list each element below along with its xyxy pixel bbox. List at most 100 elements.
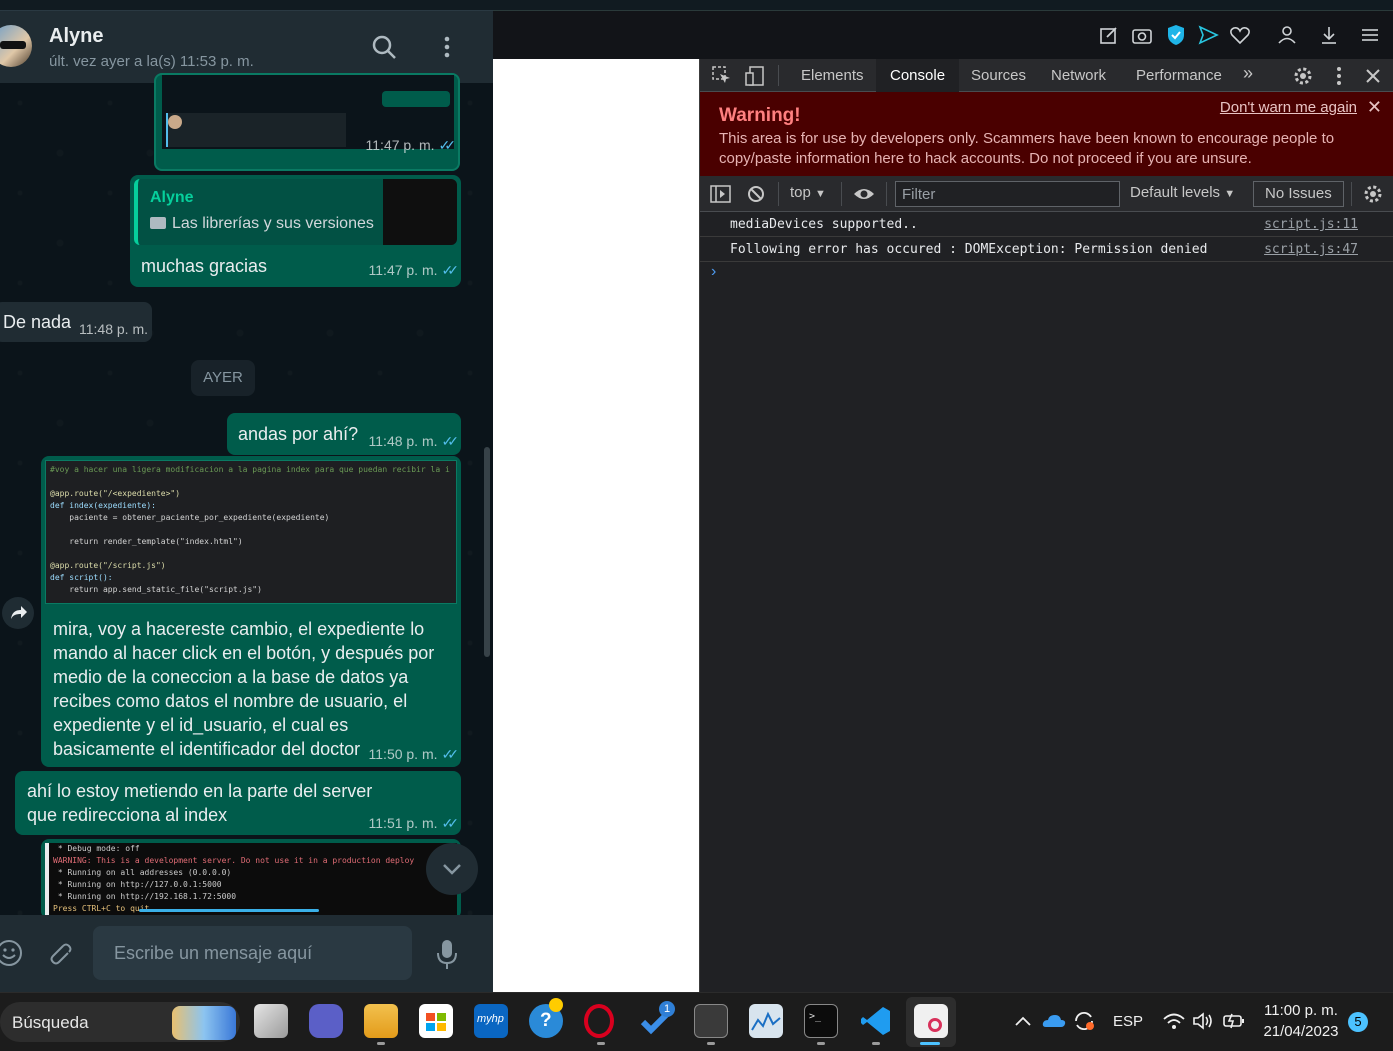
download-icon[interactable] xyxy=(1318,24,1340,46)
opera-icon[interactable] xyxy=(584,1004,614,1038)
myhp-icon[interactable]: myhp xyxy=(474,1004,508,1038)
tab-sources[interactable]: Sources xyxy=(957,59,1040,92)
emoji-icon[interactable] xyxy=(0,938,24,968)
code-line: WARNING: This is a development server. D… xyxy=(53,856,415,865)
wifi-icon[interactable] xyxy=(1162,1011,1186,1031)
issues-button[interactable]: No Issues xyxy=(1253,181,1344,207)
outgoing-message[interactable]: andas por ahí? 11:48 p. m. ✓✓ xyxy=(227,413,461,455)
sync-icon[interactable] xyxy=(1072,1009,1096,1033)
settings-gear-icon[interactable] xyxy=(1292,65,1314,87)
read-checks-icon: ✓✓ xyxy=(441,815,460,831)
message-text: ahí lo estoy metiendo en la parte del se… xyxy=(27,781,373,825)
profile-icon[interactable] xyxy=(1276,24,1298,46)
levels-select[interactable]: Default levels ▼ xyxy=(1130,184,1235,201)
close-icon[interactable] xyxy=(1362,65,1384,87)
shield-icon[interactable] xyxy=(1165,23,1187,47)
reply-message[interactable]: Alyne Las librerías y sus versiones much… xyxy=(130,175,461,287)
incoming-message[interactable]: De nada 11:48 p. m. xyxy=(0,302,152,342)
todo-icon[interactable]: 1 xyxy=(639,1001,675,1038)
kebab-menu-icon[interactable] xyxy=(1328,65,1350,87)
more-tabs-icon[interactable]: » xyxy=(1243,63,1253,84)
attach-icon[interactable] xyxy=(43,938,73,968)
vscode-icon[interactable] xyxy=(859,1004,893,1038)
quoted-message[interactable]: Alyne Las librerías y sus versiones xyxy=(134,179,457,245)
taskbar-search[interactable]: Búsqueda xyxy=(0,1002,240,1042)
easy-setup-icon[interactable] xyxy=(1359,24,1381,46)
get-help-icon[interactable]: ? xyxy=(529,998,563,1038)
dont-warn-link[interactable]: Don't warn me again xyxy=(1220,99,1357,116)
camera-icon[interactable] xyxy=(1131,24,1153,46)
message-input[interactable]: Escribe un mensaje aquí xyxy=(93,926,412,980)
image-caption-message[interactable]: #voy a hacer una ligera modificacion a l… xyxy=(41,456,461,767)
chevron-up-icon[interactable] xyxy=(1013,1013,1033,1029)
warning-title: Warning! xyxy=(719,105,801,126)
clock-time[interactable]: 11:00 p. m. xyxy=(1262,1002,1340,1019)
close-icon[interactable]: ✕ xyxy=(1367,97,1382,118)
task-view-icon[interactable] xyxy=(254,1004,288,1038)
log-source-link[interactable]: script.js:47 xyxy=(1264,237,1358,262)
code-line: return render_template("index.html") xyxy=(50,537,243,546)
heart-icon[interactable] xyxy=(1229,24,1251,46)
live-expression-eye-icon[interactable] xyxy=(852,184,876,204)
volume-icon[interactable] xyxy=(1191,1011,1215,1031)
image-message[interactable]: * Debug mode: off WARNING: This is a deve… xyxy=(41,839,461,919)
log-source-link[interactable]: script.js:11 xyxy=(1264,212,1358,237)
outgoing-message[interactable]: ahí lo estoy metiendo en la parte del se… xyxy=(15,771,461,835)
clock-date[interactable]: 21/04/2023 xyxy=(1262,1023,1340,1040)
battery-icon[interactable] xyxy=(1222,1011,1246,1031)
search-icon[interactable] xyxy=(370,33,398,61)
console-prompt-icon[interactable]: › xyxy=(711,263,716,281)
sidebar-toggle-icon[interactable] xyxy=(710,184,732,204)
code-line: def script(): xyxy=(50,573,113,582)
message-time: 11:47 p. m. ✓✓ xyxy=(368,262,460,278)
console-log-row[interactable]: Following error has occured : DOMExcepti… xyxy=(700,237,1393,262)
clear-console-icon[interactable] xyxy=(746,184,766,204)
input-language[interactable]: ESP xyxy=(1113,1013,1143,1030)
tab-elements[interactable]: Elements xyxy=(787,59,878,92)
chat-scrollbar[interactable] xyxy=(484,447,490,657)
code-line: * Running on all addresses (0.0.0.0) xyxy=(53,868,232,877)
image-message[interactable]: 11:47 p. m. ✓✓ xyxy=(154,73,460,171)
chat-icon[interactable] xyxy=(309,1004,343,1038)
notification-badge[interactable]: 5 xyxy=(1348,1012,1368,1032)
code-screenshot[interactable]: #voy a hacer una ligera modificacion a l… xyxy=(45,460,457,604)
forward-icon[interactable] xyxy=(2,597,34,629)
send-icon[interactable] xyxy=(1197,24,1219,46)
read-checks-icon: ✓✓ xyxy=(438,137,457,153)
window-top-strip xyxy=(0,0,493,10)
scroll-down-button[interactable] xyxy=(426,843,478,895)
message-time: 11:47 p. m. ✓✓ xyxy=(365,137,457,153)
tab-network[interactable]: Network xyxy=(1037,59,1120,92)
running-indicator xyxy=(377,1042,385,1045)
filter-input[interactable]: Filter xyxy=(895,181,1120,207)
console-settings-gear-icon[interactable] xyxy=(1362,183,1384,205)
command-prompt-icon[interactable] xyxy=(694,1004,728,1038)
inspect-element-icon[interactable] xyxy=(711,65,733,87)
resource-monitor-icon[interactable] xyxy=(749,1004,783,1038)
file-explorer-icon[interactable] xyxy=(364,1004,398,1038)
terminal-lines: * Debug mode: off WARNING: This is a deve… xyxy=(53,843,453,919)
search-label: Búsqueda xyxy=(12,1013,89,1032)
web-page-viewport[interactable] xyxy=(493,59,699,992)
terminal-icon[interactable]: >_ xyxy=(804,1004,838,1038)
code-line: #voy a hacer una ligera modificacion a l… xyxy=(50,465,450,474)
quote-author: Alyne xyxy=(150,189,194,206)
warning-body: This area is for use by developers only.… xyxy=(719,130,1335,167)
menu-icon[interactable] xyxy=(433,33,461,61)
chat-area[interactable]: 11:47 p. m. ✓✓ Alyne Las librerías y sus … xyxy=(0,73,493,919)
devtools-tabbar: Elements Console Sources Network Perform… xyxy=(700,59,1393,92)
log-message: Following error has occured : DOMExcepti… xyxy=(730,242,1208,257)
tab-console[interactable]: Console xyxy=(876,59,960,92)
microphone-icon[interactable] xyxy=(433,937,461,971)
device-toolbar-icon[interactable] xyxy=(744,65,766,87)
microsoft-store-icon[interactable] xyxy=(419,1004,453,1038)
terminal-screenshot[interactable]: * Debug mode: off WARNING: This is a deve… xyxy=(45,843,457,919)
tab-performance[interactable]: Performance xyxy=(1122,59,1236,92)
edit-page-icon[interactable] xyxy=(1098,24,1120,46)
contact-avatar[interactable] xyxy=(0,25,32,67)
onedrive-icon[interactable] xyxy=(1042,1011,1066,1029)
contact-name[interactable]: Alyne xyxy=(49,25,103,48)
context-select[interactable]: top ▼ xyxy=(790,184,826,201)
console-log-row[interactable]: mediaDevices supported.. script.js:11 xyxy=(700,212,1393,237)
snipping-tool-icon[interactable] xyxy=(914,1004,948,1038)
